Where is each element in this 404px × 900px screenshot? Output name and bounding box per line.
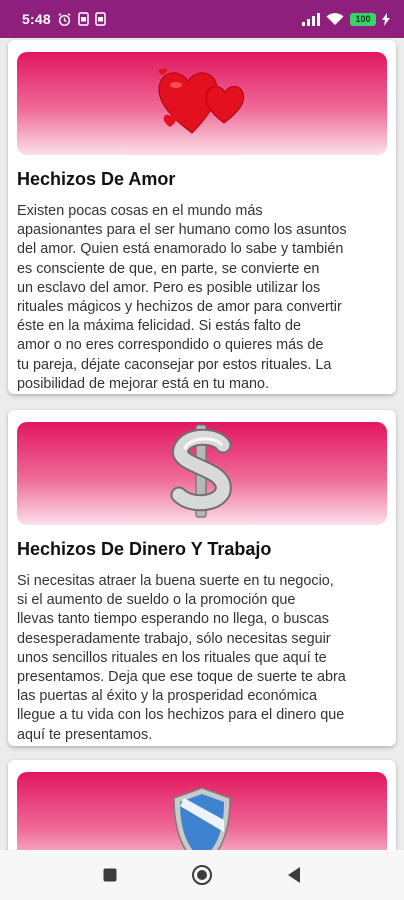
- card-text-line: llevas tanto tiempo esperando no llega, …: [17, 611, 329, 628]
- card-banner: [17, 52, 387, 155]
- spell-card-protection[interactable]: [8, 760, 396, 850]
- card-text-line: rituales mágicos y hechizos de amor para…: [17, 299, 342, 316]
- sim-icon: [95, 12, 106, 26]
- system-nav-bar: [0, 850, 404, 900]
- card-text-line: aquí te presentamos.: [17, 726, 153, 743]
- card-text-line: desesperadamente trabajo, sólo necesitas…: [17, 630, 331, 647]
- card-text-line: es consciente de que, en parte, se convi…: [17, 260, 320, 277]
- hearts-icon: [152, 61, 252, 146]
- alarm-icon: [57, 12, 72, 27]
- card-title: Hechizos De Dinero Y Trabajo: [17, 539, 272, 559]
- charging-icon: [382, 12, 390, 26]
- spell-card-love[interactable]: Hechizos De Amor Existen pocas cosas en …: [8, 40, 396, 394]
- card-text-line: tu pareja, déjate caconsejar por estos r…: [17, 356, 332, 373]
- card-text-line: amor o no eres correspondido o quieres m…: [17, 337, 324, 354]
- card-text-line: éste en la máxima felicidad. Si estás fa…: [17, 318, 301, 335]
- shield-icon: [170, 786, 234, 850]
- card-text-line: apasionantes para el ser humano como los…: [17, 222, 347, 239]
- dollar-sign-icon: [167, 423, 237, 524]
- status-right: 100: [302, 12, 390, 26]
- spell-card-money[interactable]: Hechizos De Dinero Y Trabajo Si necesita…: [8, 410, 396, 746]
- card-text-line: un esclavo del amor. Pero es posible uti…: [17, 279, 321, 296]
- sim-icon: [78, 12, 89, 26]
- card-text-line: si el aumento de sueldo o la promoción q…: [17, 592, 296, 609]
- card-text-line: del amor. Quien está enamorado lo sabe y…: [17, 241, 344, 258]
- card-text-line: llegue a tu vida con los hechizos para e…: [17, 707, 345, 724]
- back-triangle-icon[interactable]: [282, 863, 306, 887]
- status-bar: 5:48 100: [0, 0, 404, 38]
- card-text-line: Existen pocas cosas en el mundo más: [17, 203, 263, 219]
- card-text-line: las puertas al éxito y la prosperidad ec…: [17, 688, 317, 705]
- card-title: Hechizos De Amor: [17, 169, 176, 189]
- card-text-line: posibilidad de mejorar está en tu mano.: [17, 375, 269, 392]
- status-time: 5:48: [22, 11, 51, 27]
- battery-icon: 100: [350, 12, 376, 26]
- wifi-icon: [326, 12, 344, 26]
- home-circle-icon[interactable]: [190, 863, 214, 887]
- card-text-line: presentamos. Deja que ese toque de suert…: [17, 669, 346, 686]
- card-description: Existen pocas cosas en el mundo más apas…: [17, 202, 389, 394]
- signal-icon: [302, 12, 320, 26]
- status-left: 5:48: [22, 11, 106, 27]
- card-banner: [17, 422, 387, 525]
- card-banner: [17, 772, 387, 850]
- card-list[interactable]: Hechizos De Amor Existen pocas cosas en …: [0, 38, 404, 850]
- card-description: Si necesitas atraer la buena suerte en t…: [17, 572, 389, 745]
- recents-square-icon[interactable]: [98, 863, 122, 887]
- card-text-line: Si necesitas atraer la buena suerte en t…: [17, 573, 334, 589]
- card-text-line: unos sencillos rituales en los rituales …: [17, 649, 327, 666]
